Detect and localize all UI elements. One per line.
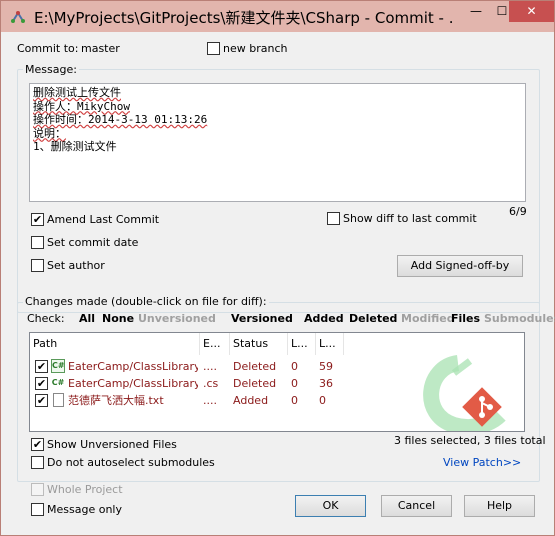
filter-unversioned-link[interactable]: Unversioned [138,312,216,325]
lines-removed: 0 [319,394,326,407]
filter-all-link[interactable]: All [79,312,95,325]
message-line-counter: 6/9 [509,205,527,218]
new-branch-label: new branch [223,42,288,55]
file-extension: .cs [203,377,219,390]
row-checkbox[interactable]: ✔ [35,360,48,373]
file-path: EaterCamp/ClassLibrary.... [68,360,198,373]
show-unversioned-checkbox[interactable]: ✔ [31,438,44,451]
csharp-file-icon: C# [51,359,65,373]
no-autoselect-label: Do not autoselect submodules [47,456,215,469]
set-commit-date-checkbox[interactable] [31,236,44,249]
filter-none-link[interactable]: None [102,312,134,325]
lines-added: 0 [291,360,298,373]
commit-message-editor[interactable]: 删除测试上传文件 操作人：MikyChow 操作时间：2014-3-13 01:… [29,83,526,202]
changes-group-label: Changes made (double-click on file for d… [23,295,269,308]
set-commit-date-label: Set commit date [47,236,139,249]
add-signed-off-by-button[interactable]: Add Signed-off-by [397,255,523,277]
lines-removed: 36 [319,377,333,390]
csharp-file-icon: C# [51,378,65,387]
column-header-status[interactable]: Status [230,333,288,355]
filter-modified-link[interactable]: Modified [401,312,455,325]
filter-files-link[interactable]: Files [451,312,480,325]
row-checkbox[interactable]: ✔ [35,394,48,407]
filter-submodules-link[interactable]: Submodules [484,312,555,325]
new-branch-checkbox[interactable] [207,42,220,55]
help-button[interactable]: Help [464,495,535,517]
column-header-lines-removed[interactable]: L... [316,333,344,355]
ok-button[interactable]: OK [295,495,366,517]
table-row[interactable]: ✔ C# EaterCamp/ClassLibrary.... .... Del… [30,358,346,375]
close-button[interactable]: ✕ [509,1,554,22]
table-row[interactable]: ✔ 范德萨飞洒大幅.txt .... Added 0 0 [30,392,346,409]
message-line: 删除测试上传文件 [33,86,121,99]
file-status: Deleted [233,377,277,390]
message-line: 1、删除测试文件 [33,140,117,153]
check-filter-bar: Check: All None Unversioned Versioned Ad… [21,312,555,328]
table-row[interactable]: ✔ C# EaterCamp/ClassLibrary.... .cs Dele… [30,375,346,392]
amend-checkbox[interactable]: ✔ [31,213,44,226]
show-diff-checkbox[interactable] [327,212,340,225]
minimize-button[interactable]: — [463,1,489,22]
file-path: 范德萨飞洒大幅.txt [68,394,164,407]
show-diff-label: Show diff to last commit [343,212,477,225]
lines-added: 0 [291,377,298,390]
set-author-label: Set author [47,259,105,272]
file-status: Deleted [233,360,277,373]
message-group-label: Message: [23,63,79,76]
file-list-grid[interactable]: Path E... Status L... L... ✔ C# EaterCam… [29,332,525,432]
commit-to-label: Commit to: [17,42,79,55]
message-line: 操作时间：2014-3-13 01:13:26 [33,113,208,126]
gitextensions-icon [11,11,25,23]
lines-added: 0 [291,394,298,407]
whole-project-label: Whole Project [47,483,123,496]
cancel-button[interactable]: Cancel [381,495,452,517]
filter-deleted-link[interactable]: Deleted [349,312,397,325]
message-only-checkbox[interactable] [31,503,44,516]
window-title: E:\MyProjects\GitProjects\新建文件夹\CSharp -… [34,9,454,27]
title-bar[interactable]: E:\MyProjects\GitProjects\新建文件夹\CSharp -… [1,1,554,32]
message-only-label: Message only [47,503,122,516]
file-path: EaterCamp/ClassLibrary.... [68,377,198,390]
view-patch-link[interactable]: View Patch>> [443,456,521,469]
message-line: 操作人：MikyChow [33,99,130,113]
no-autoselect-checkbox[interactable] [31,456,44,469]
show-unversioned-label: Show Unversioned Files [47,438,177,451]
check-label: Check: [27,312,65,325]
commit-window: E:\MyProjects\GitProjects\新建文件夹\CSharp -… [0,0,555,536]
amend-label: Amend Last Commit [47,213,160,226]
selection-summary: 3 files selected, 3 files total [394,434,546,447]
git-logo-watermark [423,355,506,431]
dialog-body: Commit to: master new branch Message: 删除… [9,32,555,529]
filter-added-link[interactable]: Added [304,312,344,325]
column-header-lines-added[interactable]: L... [288,333,316,355]
row-checkbox[interactable]: ✔ [35,377,48,390]
whole-project-checkbox[interactable] [31,483,44,496]
message-line: 说明： [33,126,66,140]
text-file-icon [53,393,64,407]
set-author-checkbox[interactable] [31,259,44,272]
column-header-extension[interactable]: E... [200,333,230,355]
lines-removed: 59 [319,360,333,373]
file-status: Added [233,394,269,407]
filter-versioned-link[interactable]: Versioned [231,312,293,325]
file-extension: .... [203,360,217,373]
file-extension: .... [203,394,217,407]
column-header-path[interactable]: Path [30,333,200,355]
branch-name: master [81,42,120,55]
